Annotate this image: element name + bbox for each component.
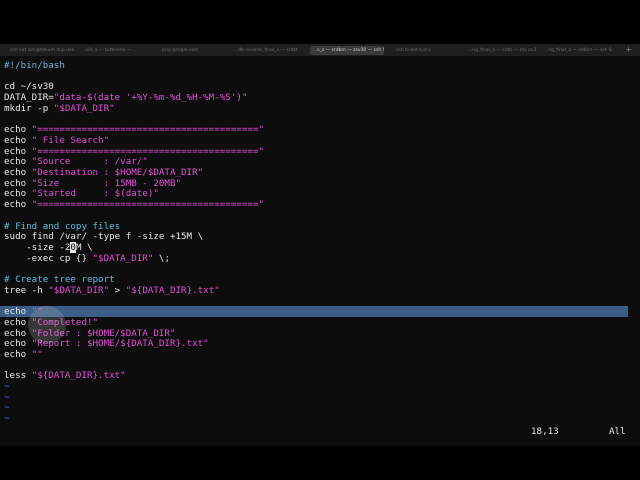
code-line[interactable] — [4, 114, 640, 125]
code-token: #!/bin/bash — [4, 60, 65, 71]
code-token: \; — [153, 252, 170, 264]
code-token: "" — [31, 348, 43, 360]
code-token: echo — [4, 177, 32, 189]
code-line-current[interactable]: echo "" — [0, 306, 628, 318]
code-token: "Destination : $HOME/$DATA_DIR" — [31, 167, 204, 178]
code-line[interactable]: echo "==================================… — [4, 146, 640, 157]
terminal-tab[interactable]: ...UX_a — tuttineno — ... — [82, 46, 150, 55]
code-token: "$DATA_DIR" — [53, 102, 115, 114]
terminal-tab[interactable]: ...ssh kat.sim@tdeum.dup.uskat... — [6, 46, 74, 55]
code-line[interactable]: ~ — [4, 381, 640, 392]
code-token: # Create tree report — [4, 274, 115, 285]
code-token: DATA_DIR= — [4, 92, 54, 104]
code-token: echo — [4, 188, 32, 200]
vim-editor[interactable]: #!/bin/bash cd ~/sv30 DATA_DIR="data-$(dat… — [0, 56, 640, 446]
code-token: echo — [4, 338, 32, 350]
empty-line-marker: ~ — [4, 391, 10, 403]
code-token: " File Search" — [31, 134, 110, 146]
code-token: "$DATA_DIR" — [48, 284, 110, 296]
code-line[interactable]: echo "Source : /var/" — [4, 156, 640, 167]
empty-line-marker: ~ — [4, 402, 10, 414]
code-line[interactable]: mkdir -p "$DATA_DIR" — [4, 103, 640, 114]
code-line[interactable]: echo "Size : 15MB - 20MB" — [4, 178, 640, 189]
code-token: M \ — [75, 241, 93, 253]
code-token: echo — [4, 348, 32, 360]
code-token: "data-$(date '+%Y-%m-%d_%H-%M-%S')" — [53, 92, 248, 104]
code-line[interactable]: echo "" — [4, 349, 640, 360]
code-token: echo — [4, 199, 32, 211]
terminal-tab[interactable]: ...ng_final_a — srdbm — ssh SRUNBORA — [544, 46, 612, 55]
code-line[interactable]: # Create tree report — [4, 274, 640, 285]
code-token: "${DATA_DIR}.txt" — [125, 284, 220, 296]
code-line[interactable]: DATA_DIR="data-$(date '+%Y-%m-%d_%H-%M-%… — [4, 92, 640, 103]
code-token: "${DATA_DIR}.txt" — [31, 370, 126, 382]
mouse-click-indicator — [28, 306, 66, 344]
code-line[interactable]: echo "==================================… — [4, 199, 640, 210]
terminal-tab[interactable]: ...ng_final_a — srdb — zsv ac30.sh — [468, 46, 536, 55]
code-line[interactable]: cd ~/sv30 — [4, 81, 640, 92]
code-line[interactable]: echo "Completed!" — [4, 317, 640, 328]
terminal-tab-bar: ...ssh kat.sim@tdeum.dup.uskat... ...UX_a… — [0, 44, 640, 56]
code-token: > — [109, 284, 126, 296]
code-token: echo — [4, 124, 32, 136]
code-token: "=======================================… — [31, 124, 264, 136]
code-token: "Size : 15MB - 20MB" — [31, 177, 182, 189]
terminal-tab[interactable]: ...ssh ticket-tyd.x — [392, 46, 460, 55]
vim-status-line: 18,13 All — [0, 426, 640, 437]
code-token: tree -h — [4, 284, 49, 296]
code-token: "Source : /var/" — [31, 156, 148, 168]
code-token: "Started : $(date)" — [31, 188, 159, 200]
code-line[interactable]: less "${DATA_DIR}.txt" — [4, 370, 640, 381]
code-line[interactable] — [4, 295, 640, 306]
terminal-tab[interactable]: ...png google.com — [158, 46, 226, 55]
code-line[interactable]: #!/bin/bash — [4, 60, 640, 71]
code-line[interactable]: ~ — [4, 402, 640, 413]
code-line[interactable]: # Find and copy files — [4, 221, 640, 232]
terminal-tab[interactable]: ...db records_final_a — srdkt — [234, 46, 302, 55]
code-line[interactable]: ~ — [4, 413, 640, 424]
empty-line-marker: ~ — [4, 413, 10, 425]
code-token: # Find and copy files — [4, 220, 121, 232]
code-line[interactable]: echo " File Search" — [4, 135, 640, 146]
scroll-indicator: All — [609, 426, 626, 437]
code-line[interactable]: -size -20M \ — [4, 241, 640, 253]
code-token: -size -2 — [4, 241, 71, 253]
code-line[interactable]: sudo find /var/ -type f -size +15M \ — [4, 231, 640, 242]
code-token: "$DATA_DIR" — [92, 252, 154, 264]
code-line[interactable]: echo "Started : $(date)" — [4, 188, 640, 199]
code-token: echo — [4, 306, 32, 318]
cursor-position: 18,13 — [531, 426, 559, 437]
code-token: sudo find /var/ -type f -size +15M \ — [4, 231, 204, 243]
code-line[interactable] — [4, 71, 640, 82]
code-line[interactable]: echo "Destination : $HOME/$DATA_DIR" — [4, 167, 640, 178]
code-line[interactable]: ~ — [4, 392, 640, 403]
code-line[interactable]: -exec cp {} "$DATA_DIR" \; — [4, 253, 640, 264]
code-token: cd ~/sv30 — [4, 81, 54, 93]
code-token: echo — [4, 145, 32, 157]
code-token: "=======================================… — [31, 199, 264, 211]
code-line[interactable]: tree -h "$DATA_DIR" > "${DATA_DIR}.txt" — [4, 285, 640, 296]
terminal-tab[interactable]: ...s_z — srdbm — zsv30 — ssh SRUNBORA — [310, 45, 384, 55]
code-line[interactable]: echo "Report : $HOME/${DATA_DIR}.txt" — [4, 338, 640, 349]
code-line[interactable]: echo "Folder : $HOME/$DATA_DIR" — [4, 328, 640, 339]
code-line[interactable]: echo "==================================… — [4, 124, 640, 135]
code-token: -exec cp {} — [4, 252, 93, 264]
new-tab-button[interactable]: + — [625, 44, 632, 56]
code-token: echo — [4, 134, 32, 146]
code-line[interactable] — [4, 263, 640, 274]
empty-line-marker: ~ — [4, 381, 10, 392]
code-line[interactable] — [4, 360, 640, 371]
code-token: less — [4, 370, 32, 382]
code-token: "=======================================… — [31, 145, 264, 157]
code-token: echo — [4, 156, 32, 168]
code-token: mkdir -p — [4, 102, 54, 114]
code-token: echo — [4, 167, 32, 178]
code-line[interactable] — [4, 210, 640, 221]
